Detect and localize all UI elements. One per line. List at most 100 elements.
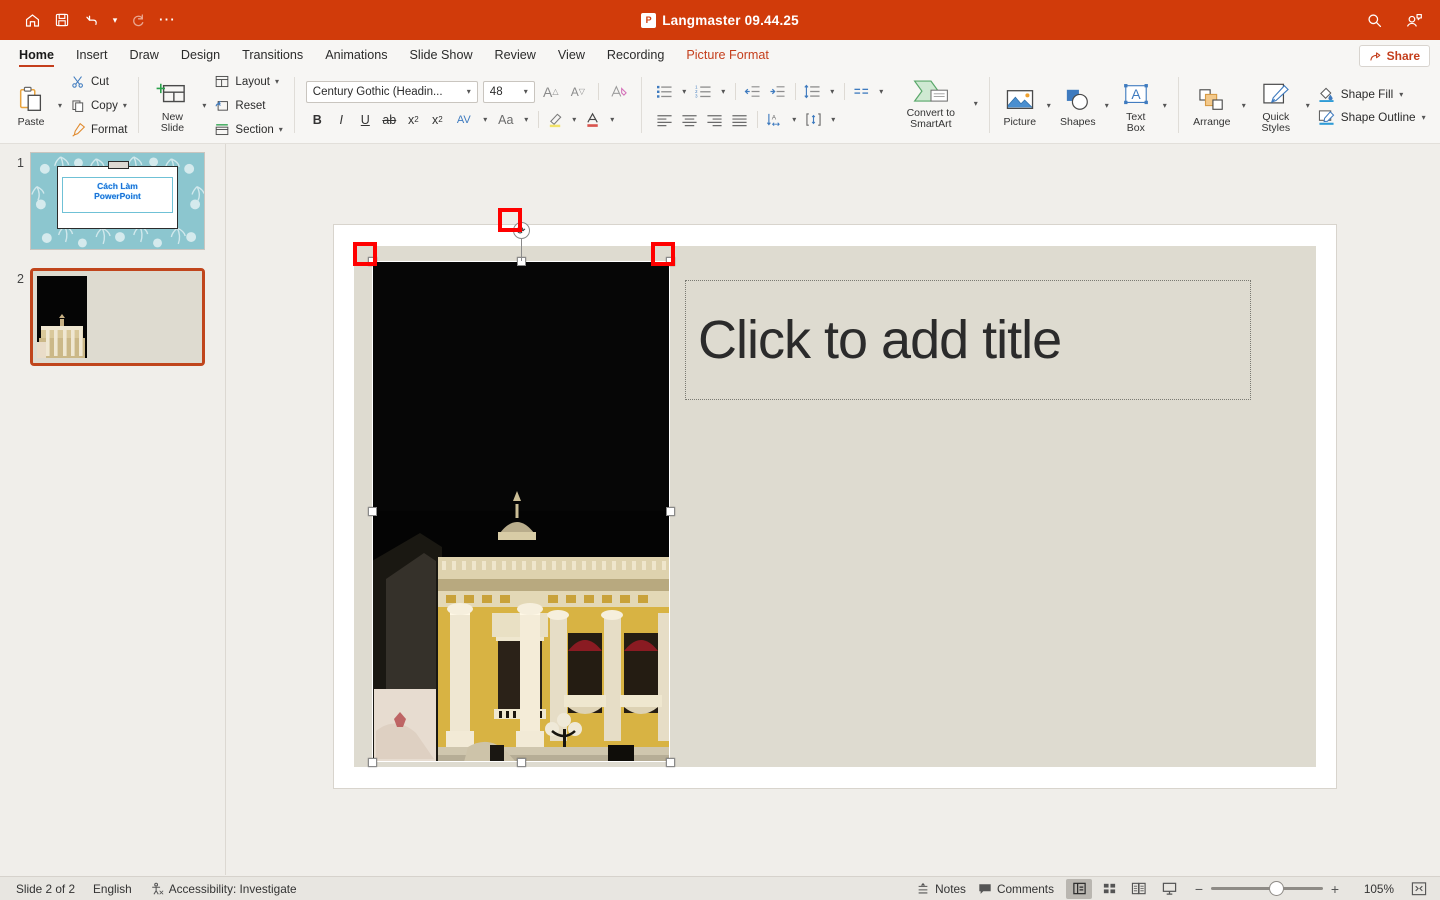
font-size-combobox[interactable]: 48 ▾ <box>482 80 535 103</box>
picture-caret-icon[interactable]: ▾ <box>1043 70 1055 142</box>
language-indicator[interactable]: English <box>93 882 132 896</box>
change-case-caret-icon[interactable]: ▾ <box>520 109 533 131</box>
layout-caret-icon[interactable]: ▾ <box>275 77 279 86</box>
new-slide-dropdown-caret-icon[interactable]: ▾ <box>198 70 210 142</box>
copy-caret-icon[interactable]: ▾ <box>123 101 127 110</box>
undo-icon[interactable] <box>78 7 106 33</box>
normal-view-button[interactable] <box>1066 878 1092 899</box>
zoom-slider-track[interactable] <box>1211 881 1323 896</box>
notes-button[interactable]: Notes <box>916 882 966 896</box>
font-size-caret-icon[interactable]: ▾ <box>524 87 528 96</box>
decrease-font-size-button[interactable]: A ▽ <box>567 81 589 103</box>
save-icon[interactable] <box>48 7 76 33</box>
increase-indent-button[interactable] <box>766 81 790 103</box>
shapes-button[interactable]: Shapes <box>1055 70 1101 142</box>
section-caret-icon[interactable]: ▾ <box>279 125 283 134</box>
slide-thumbnail-1[interactable]: 1 Cách Làm PowerPoint <box>6 152 205 250</box>
section-button[interactable]: Section ▾ <box>210 119 286 141</box>
quick-styles-button[interactable]: Quick Styles <box>1250 70 1302 142</box>
redo-icon[interactable] <box>124 7 152 33</box>
slideshow-view-button[interactable] <box>1156 879 1182 899</box>
tab-view[interactable]: View <box>547 48 596 67</box>
line-spacing-caret-icon[interactable]: ▾ <box>826 81 839 103</box>
zoom-in-button[interactable]: + <box>1330 881 1340 897</box>
arrange-button[interactable]: Arrange <box>1186 70 1238 142</box>
font-name-caret-icon[interactable]: ▾ <box>467 87 471 96</box>
picture-button[interactable]: Picture <box>997 70 1043 142</box>
tab-animations[interactable]: Animations <box>314 48 398 67</box>
tab-design[interactable]: Design <box>170 48 231 67</box>
opera-house-picture[interactable] <box>372 261 670 762</box>
align-left-button[interactable] <box>653 109 677 131</box>
shapes-caret-icon[interactable]: ▾ <box>1101 70 1113 142</box>
line-spacing-button[interactable] <box>801 81 825 103</box>
quick-styles-caret-icon[interactable]: ▾ <box>1302 70 1314 142</box>
decrease-indent-button[interactable] <box>741 81 765 103</box>
font-name-combobox[interactable]: Century Gothic (Headin... ▾ <box>305 80 478 103</box>
justify-button[interactable] <box>728 109 752 131</box>
align-right-button[interactable] <box>703 109 727 131</box>
bullets-caret-icon[interactable]: ▾ <box>678 81 691 103</box>
tab-review[interactable]: Review <box>484 48 547 67</box>
slide-thumbnail-2-preview[interactable] <box>30 268 205 366</box>
tab-picture-format[interactable]: Picture Format <box>675 48 780 67</box>
italic-button[interactable]: I <box>330 109 353 131</box>
numbering-caret-icon[interactable]: ▾ <box>717 81 730 103</box>
resize-handle-bottom-right[interactable] <box>665 757 675 767</box>
resize-handle-bottom-left[interactable] <box>367 757 377 767</box>
underline-button[interactable]: U <box>354 109 377 131</box>
fit-slide-button[interactable] <box>1406 879 1432 899</box>
align-text-button[interactable] <box>802 109 826 131</box>
strikethrough-button[interactable]: ab <box>378 109 401 131</box>
cut-button[interactable]: Cut <box>66 71 131 93</box>
change-case-button[interactable]: Aa <box>493 109 519 131</box>
text-highlight-button[interactable] <box>544 109 567 131</box>
search-icon[interactable] <box>1362 7 1386 33</box>
convert-to-smartart-button[interactable]: Convert to SmartArt <box>892 67 970 139</box>
reset-button[interactable]: Reset <box>210 95 286 117</box>
resize-handle-middle-right[interactable] <box>665 507 675 516</box>
reading-view-button[interactable] <box>1126 879 1152 899</box>
copy-button[interactable]: Copy ▾ <box>66 95 131 117</box>
align-text-caret-icon[interactable]: ▾ <box>827 109 840 131</box>
tab-insert[interactable]: Insert <box>65 48 119 67</box>
text-box-button[interactable]: A Text Box <box>1113 70 1159 142</box>
undo-dropdown-caret-icon[interactable]: ▾ <box>108 7 122 33</box>
text-direction-button[interactable]: A <box>763 109 787 131</box>
slide-thumbnail-1-preview[interactable]: Cách Làm PowerPoint <box>30 152 205 250</box>
account-icon[interactable] <box>1402 7 1426 33</box>
comments-button[interactable]: Comments <box>978 882 1054 896</box>
slide-thumbnail-2[interactable]: 2 <box>6 268 205 366</box>
tab-transitions[interactable]: Transitions <box>231 48 314 67</box>
slide-content-area[interactable]: ⟳ Click to add title <box>353 208 1316 767</box>
paste-dropdown-caret-icon[interactable]: ▾ <box>54 70 66 142</box>
slide-thumbnail-panel[interactable]: 1 Cách Làm PowerPoint 2 <box>0 144 226 875</box>
shape-fill-caret-icon[interactable]: ▾ <box>1399 90 1403 99</box>
subscript-button[interactable]: x2 <box>426 109 449 131</box>
shape-outline-caret-icon[interactable]: ▾ <box>1422 113 1426 122</box>
resize-handle-middle-left[interactable] <box>367 507 377 516</box>
text-box-caret-icon[interactable]: ▾ <box>1159 70 1171 142</box>
character-spacing-button[interactable]: AV <box>450 109 478 131</box>
share-button[interactable]: Share <box>1358 45 1430 67</box>
tab-recording[interactable]: Recording <box>596 48 675 67</box>
tab-draw[interactable]: Draw <box>119 48 170 67</box>
shape-outline-button[interactable]: Shape Outline ▾ <box>1318 109 1426 125</box>
font-color-caret-icon[interactable]: ▾ <box>606 109 619 131</box>
slide-sorter-button[interactable] <box>1096 879 1122 899</box>
highlight-caret-icon[interactable]: ▾ <box>568 109 581 131</box>
smartart-caret-icon[interactable]: ▾ <box>970 67 982 139</box>
arrange-caret-icon[interactable]: ▾ <box>1238 70 1250 142</box>
columns-button[interactable] <box>850 81 874 103</box>
tab-home[interactable]: Home <box>8 48 65 67</box>
resize-handle-bottom-center[interactable] <box>516 757 526 767</box>
zoom-slider[interactable]: − + <box>1194 881 1340 897</box>
superscript-button[interactable]: x2 <box>402 109 425 131</box>
accessibility-checker[interactable]: Accessibility: Investigate <box>150 882 297 896</box>
format-painter-button[interactable]: Format <box>66 119 131 141</box>
clear-formatting-button[interactable] <box>608 81 630 103</box>
more-options-icon[interactable]: ⋯ <box>154 11 180 28</box>
slide-indicator[interactable]: Slide 2 of 2 <box>16 882 75 896</box>
character-spacing-caret-icon[interactable]: ▾ <box>479 109 492 131</box>
new-slide-button[interactable]: New Slide <box>146 70 198 142</box>
